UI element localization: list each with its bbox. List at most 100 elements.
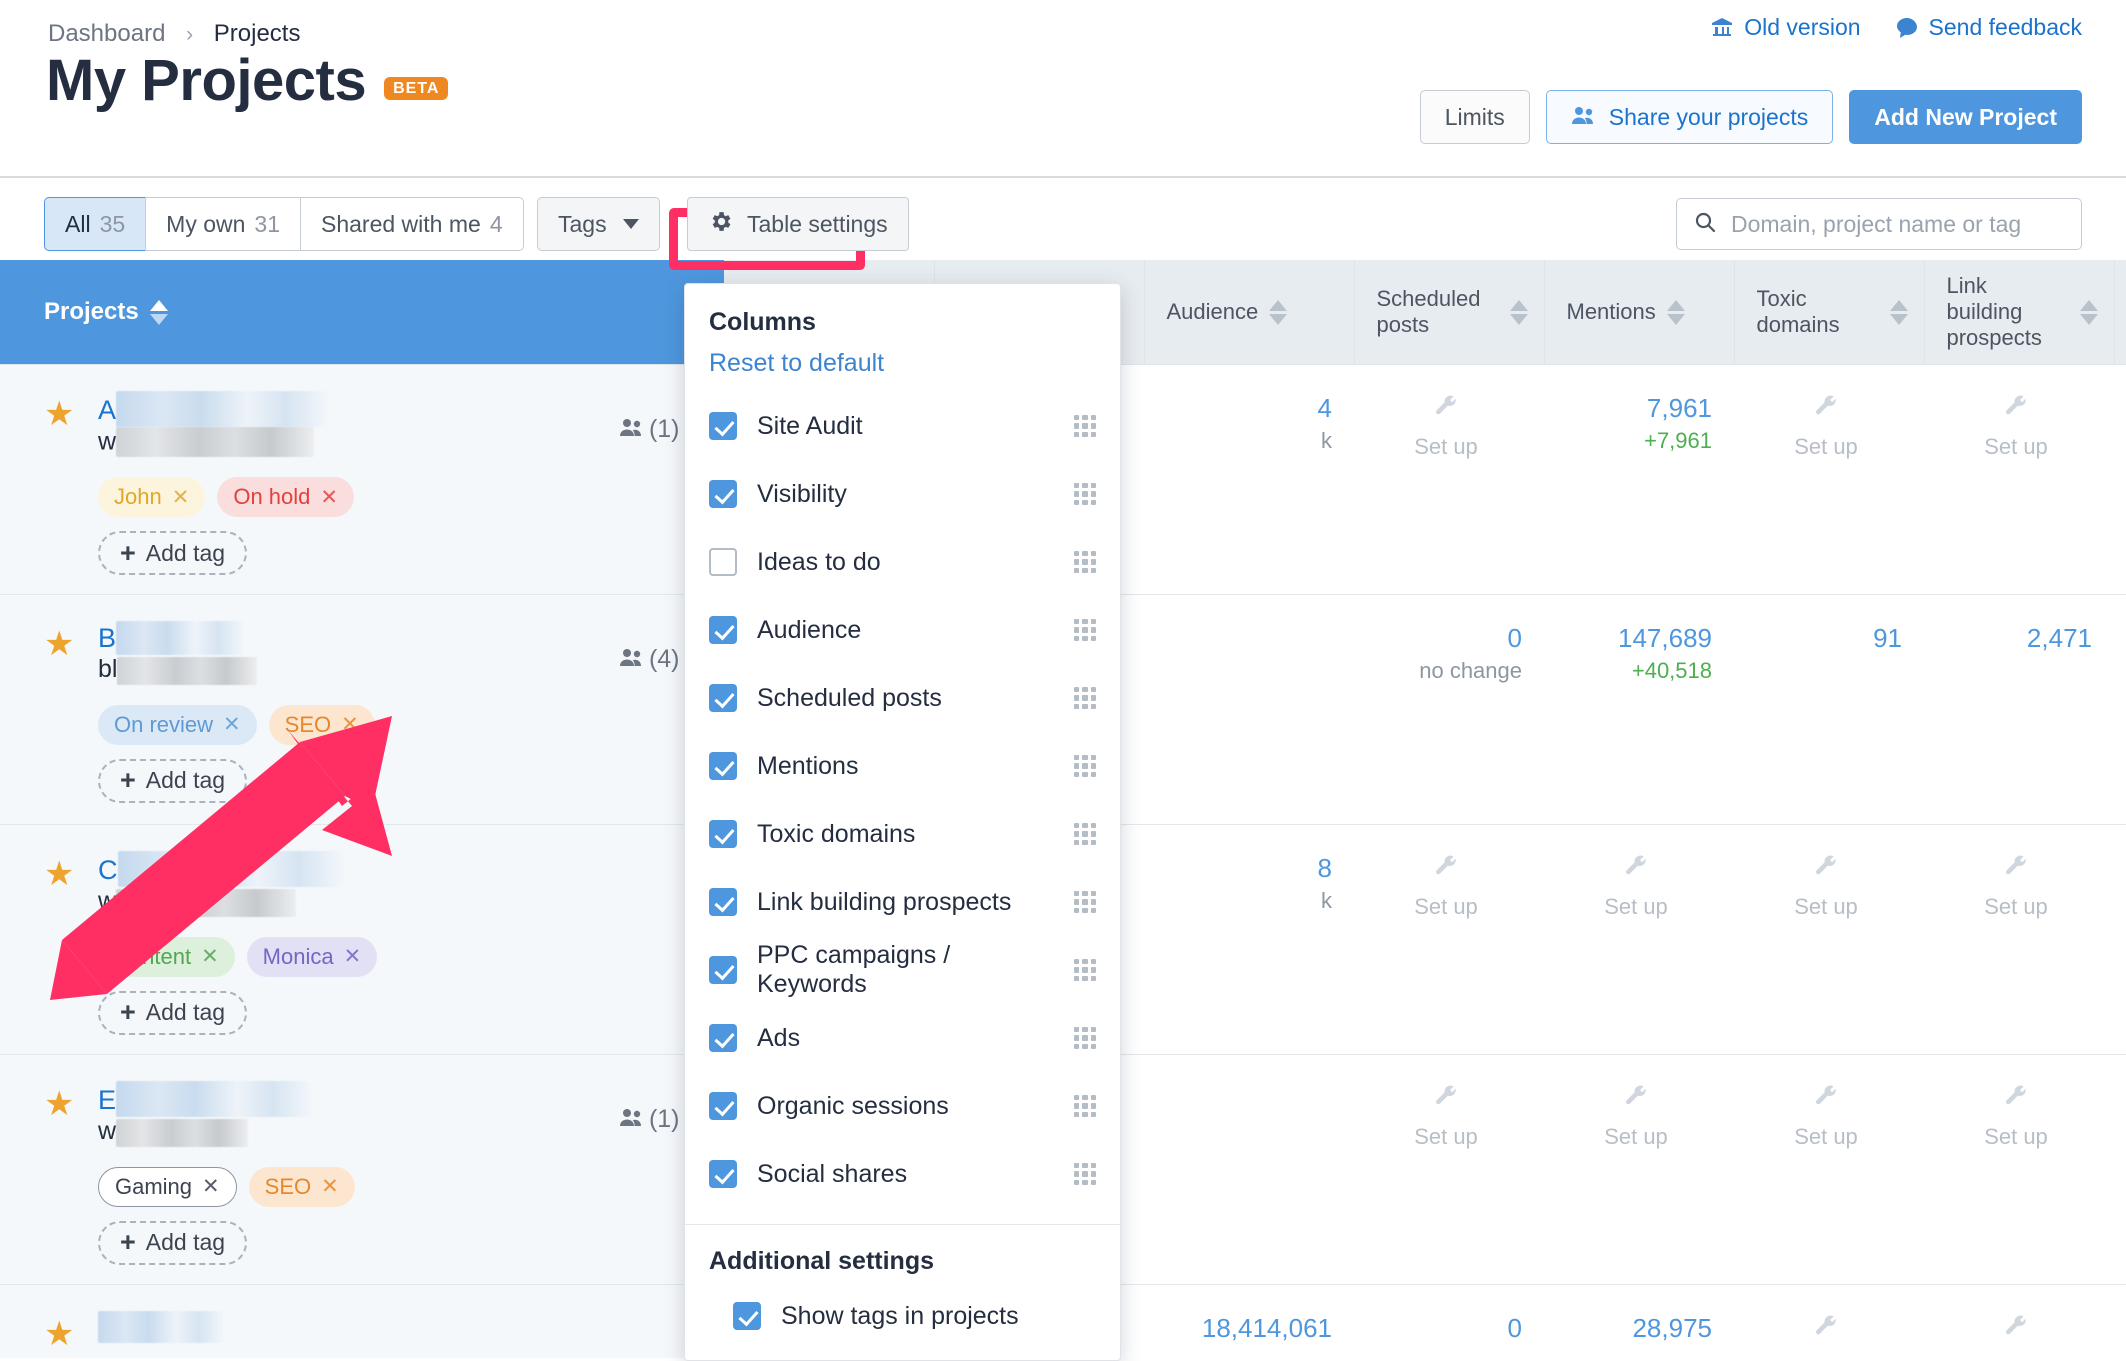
cell-scheduled-posts[interactable]: 0 no change [1354,594,1544,825]
cell-ppc[interactable] [2114,824,2126,1055]
setup-link[interactable]: Set up [1370,393,1522,461]
add-tag-button[interactable]: + Add tag [98,990,248,1035]
cell-toxic-domains[interactable]: 91 [1734,594,1924,825]
tag-remove-icon[interactable]: ✕ [223,712,241,737]
checkbox[interactable] [709,1092,737,1120]
search-input[interactable] [1731,210,2065,238]
column-option-ppc-campaigns-keywords[interactable]: PPC campaigns / Keywords [685,936,1120,1004]
cell-link-building[interactable]: Set up [1924,364,2114,595]
checkbox[interactable] [709,820,737,848]
checkbox[interactable] [709,752,737,780]
setup-link[interactable]: Set up [1370,1083,1522,1151]
option-show-tags-in-projects[interactable]: Show tags in projects [709,1282,1096,1350]
cell-toxic-domains[interactable]: Set up [1734,1054,1924,1285]
drag-handle-icon[interactable] [1074,619,1096,641]
cell-audience[interactable]: 18,414,061 [1144,1284,1354,1358]
setup-link[interactable]: Set up [1370,853,1522,921]
column-header-audience[interactable]: Audience [1144,260,1355,365]
tags-filter-button[interactable]: Tags [537,197,660,251]
setup-link[interactable]: Set up [1940,393,2092,461]
tag-remove-icon[interactable]: ✕ [321,1174,339,1199]
setup-link[interactable]: Set up [1940,853,2092,921]
drag-handle-icon[interactable] [1074,415,1096,437]
segment-all[interactable]: All 35 [44,197,146,251]
setup-link[interactable]: Set up [1750,853,1902,921]
cell-link-building[interactable]: Set up [1924,824,2114,1055]
limits-button[interactable]: Limits [1419,90,1530,144]
project-name[interactable]: A [98,391,700,427]
column-header-scheduled-posts[interactable]: Scheduled posts [1354,260,1545,365]
sort-icon[interactable] [1666,299,1685,325]
column-option-ideas-to-do[interactable]: Ideas to do [685,528,1120,596]
checkbox[interactable] [709,616,737,644]
column-header-link-building[interactable]: Link building prospects [1924,260,2115,365]
setup-link[interactable]: Set up [1750,1083,1902,1151]
cell-link-building[interactable]: 2,471 [1924,594,2114,825]
tag-chip[interactable]: On review ✕ [98,704,257,745]
reset-to-default-link[interactable]: Reset to default [709,349,1096,378]
add-tag-button[interactable]: + Add tag [98,1220,248,1265]
cell-audience[interactable]: 8 k [1144,824,1354,1055]
column-header-mentions[interactable]: Mentions [1544,260,1735,365]
setup-link[interactable]: Set up [1940,1083,2092,1151]
setup-link[interactable]: Set up [1560,853,1712,921]
sort-icon[interactable] [1509,299,1528,325]
cell-audience[interactable] [1144,1054,1354,1285]
tag-remove-icon[interactable]: ✕ [202,1174,220,1199]
column-option-organic-sessions[interactable]: Organic sessions [685,1072,1120,1140]
project-name-cell[interactable]: ★ B bl (4) On review ✕ SEO ✕ + Add tag [0,594,725,825]
search-box[interactable] [1676,198,2082,250]
send-feedback-link[interactable]: Send feedback [1895,14,2082,41]
checkbox[interactable] [709,1160,737,1188]
checkbox[interactable] [733,1302,761,1330]
cell-ppc[interactable] [2114,1284,2126,1358]
old-version-link[interactable]: Old version [1710,14,1861,41]
drag-handle-icon[interactable] [1074,755,1096,777]
cell-scheduled-posts[interactable]: 0 [1354,1284,1544,1358]
drag-handle-icon[interactable] [1074,687,1096,709]
drag-handle-icon[interactable] [1074,823,1096,845]
column-header-toxic-domains[interactable]: Toxic domains [1734,260,1925,365]
add-tag-button[interactable]: + Add tag [98,531,248,575]
project-name-cell[interactable]: ★ C w Content ✕ Monica ✕ + Add tag [0,824,725,1055]
cell-mentions[interactable]: Set up [1544,1054,1734,1285]
cell-ppc[interactable] [2114,364,2126,595]
drag-handle-icon[interactable] [1074,483,1096,505]
cell-scheduled-posts[interactable]: Set up [1354,1054,1544,1285]
add-tag-button[interactable]: + Add tag [98,758,248,803]
tag-remove-icon[interactable]: ✕ [341,712,359,737]
checkbox[interactable] [709,956,737,984]
breadcrumb-dashboard[interactable]: Dashboard [48,20,165,47]
column-option-link-building-prospects[interactable]: Link building prospects [685,868,1120,936]
project-name[interactable]: B [98,621,700,655]
cell-scheduled-posts[interactable]: Set up [1354,364,1544,595]
segment-my-own[interactable]: My own 31 [145,197,300,251]
cell-toxic-domains[interactable] [1734,1284,1924,1358]
setup-link[interactable]: Set up [1560,1083,1712,1151]
checkbox[interactable] [709,888,737,916]
tag-chip[interactable]: Content ✕ [98,936,235,977]
column-option-mentions[interactable]: Mentions [685,732,1120,800]
tag-remove-icon[interactable]: ✕ [201,944,219,969]
drag-handle-icon[interactable] [1074,891,1096,913]
checkbox[interactable] [709,684,737,712]
setup-link[interactable]: Set up [1750,393,1902,461]
tag-chip[interactable]: John ✕ [98,477,206,517]
project-name-cell[interactable]: ★ [0,1284,725,1358]
column-option-visibility[interactable]: Visibility [685,460,1120,528]
favorite-star-icon[interactable]: ★ [44,627,74,661]
favorite-star-icon[interactable]: ★ [44,1317,74,1351]
sort-icon[interactable] [1269,299,1288,325]
cell-mentions[interactable]: Set up [1544,824,1734,1055]
cell-scheduled-posts[interactable]: Set up [1354,824,1544,1055]
tag-remove-icon[interactable]: ✕ [320,485,338,510]
project-name[interactable] [98,1311,700,1343]
drag-handle-icon[interactable] [1074,959,1096,981]
cell-link-building[interactable]: Set up [1924,1054,2114,1285]
sort-icon[interactable] [2079,299,2098,325]
drag-handle-icon[interactable] [1074,551,1096,573]
cell-mentions[interactable]: 147,689 +40,518 [1544,594,1734,825]
favorite-star-icon[interactable]: ★ [44,1087,74,1121]
share-your-projects-button[interactable]: Share your projects [1545,90,1834,144]
cell-audience[interactable]: 4 k [1144,364,1354,595]
